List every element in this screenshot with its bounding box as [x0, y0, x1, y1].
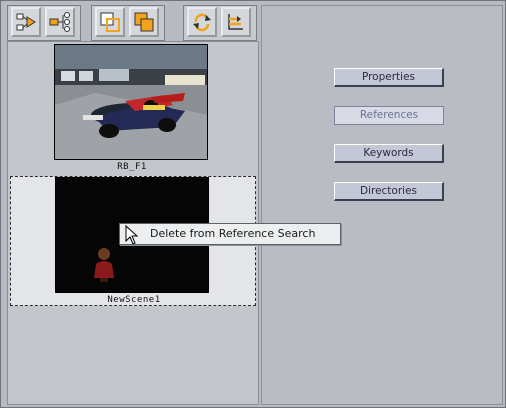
thumbnail-label: NewScene1 — [107, 295, 161, 305]
context-menu: Delete from Reference Search — [119, 223, 341, 245]
layers-outline-icon — [100, 12, 120, 32]
toolbar — [7, 5, 257, 41]
tree-branch-icon — [49, 12, 70, 32]
layers-outline-button[interactable] — [95, 7, 125, 37]
properties-button[interactable]: Properties — [334, 68, 444, 87]
layers-filled-button[interactable] — [129, 7, 159, 37]
flowchart-icon — [16, 13, 36, 31]
hierarchy-arrows-icon — [228, 14, 243, 30]
action-panel: Properties References Keywords Directori… — [261, 5, 503, 405]
hierarchy-arrows-button[interactable] — [221, 7, 251, 37]
race-car-scene-picture — [55, 45, 207, 159]
rotate-refresh-button[interactable] — [187, 7, 217, 37]
scene-preview-image — [54, 44, 208, 160]
delete-from-reference-search-item[interactable]: Delete from Reference Search — [124, 225, 336, 243]
directories-button[interactable]: Directories — [334, 182, 444, 201]
rotate-refresh-icon — [193, 13, 211, 32]
keywords-button[interactable]: Keywords — [334, 144, 444, 163]
tree-branch-button[interactable] — [45, 7, 75, 37]
mouse-cursor-icon — [125, 225, 139, 245]
flowchart-button[interactable] — [11, 7, 41, 37]
layers-filled-icon — [134, 12, 154, 32]
thumbnail-item[interactable]: RB_F1 — [8, 42, 256, 176]
app-window: RB_F1 NewScene1 Properties References Ke… — [0, 0, 506, 408]
thumbnail-label: RB_F1 — [117, 162, 147, 172]
references-button[interactable]: References — [334, 106, 444, 125]
